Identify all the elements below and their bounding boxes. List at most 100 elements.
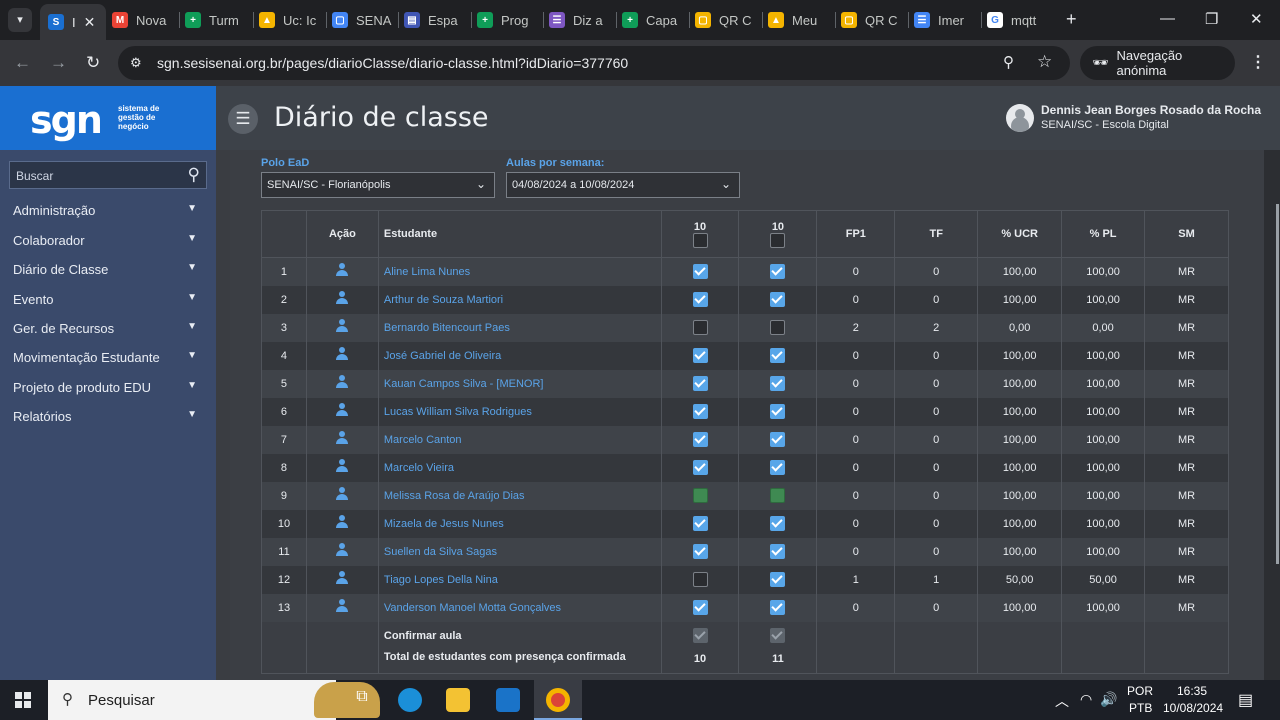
search-icon[interactable]: ⚲	[188, 165, 200, 185]
sidebar-item-4[interactable]: Ger. de Recursos ▼	[13, 321, 203, 336]
attendance-checkbox[interactable]	[692, 348, 708, 363]
attendance-checkbox[interactable]	[770, 292, 786, 307]
student-name-link[interactable]: Tiago Lopes Della Nina	[377, 565, 662, 594]
sidebar-item-5[interactable]: Movimentação Estudante ▼	[13, 350, 203, 365]
url-text[interactable]: sgn.sesisenai.org.br/pages/diarioClasse/…	[157, 55, 628, 71]
wifi-icon[interactable]: ◠	[1080, 691, 1092, 708]
person-icon[interactable]	[335, 515, 349, 529]
attendance-checkbox[interactable]	[692, 292, 708, 307]
row-action[interactable]	[305, 397, 379, 426]
file-explorer-icon[interactable]	[446, 688, 470, 712]
edge-icon[interactable]	[398, 688, 422, 712]
tab-4[interactable]: ▢ SENA	[332, 6, 394, 34]
tab-6[interactable]: + Prog	[477, 6, 539, 34]
person-icon[interactable]	[335, 571, 349, 585]
taskbar-search-input[interactable]: ⚲ Pesquisar	[48, 680, 380, 720]
sidebar-item-2[interactable]: Diário de Classe ▼	[13, 262, 203, 277]
input-language[interactable]: POR	[1127, 684, 1153, 698]
row-action[interactable]	[305, 509, 379, 538]
sgn-logo[interactable]: sgn sistema de gestão de negócio	[0, 86, 216, 150]
select-all-aula-1-checkbox[interactable]	[692, 232, 708, 248]
sidebar-item-7[interactable]: Relatórios ▼	[13, 409, 203, 424]
reload-icon[interactable]: ↻	[86, 53, 100, 73]
tab-10[interactable]: ▲ Meu	[768, 6, 830, 34]
person-icon[interactable]	[335, 487, 349, 501]
polo-select[interactable]: SENAI/SC - Florianópolis ⌄	[261, 172, 495, 198]
attendance-checkbox[interactable]	[692, 572, 708, 587]
attendance-checkbox[interactable]	[770, 320, 786, 335]
sidebar-search-input[interactable]: Buscar ⚲	[9, 161, 207, 189]
student-name-link[interactable]: José Gabriel de Oliveira	[377, 341, 662, 370]
restore-icon[interactable]: ❐	[1205, 10, 1218, 28]
clock-time[interactable]: 16:35	[1177, 684, 1207, 698]
attendance-checkbox[interactable]	[770, 348, 786, 363]
row-action[interactable]	[305, 425, 379, 454]
attendance-checkbox[interactable]	[770, 376, 786, 391]
row-action[interactable]	[305, 341, 379, 370]
attendance-checkbox[interactable]	[692, 488, 708, 503]
student-name-link[interactable]: Melissa Rosa de Araújo Dias	[377, 481, 662, 510]
tab-1[interactable]: M Nova	[112, 6, 174, 34]
forward-icon[interactable]: →	[50, 53, 67, 73]
attendance-checkbox[interactable]	[692, 376, 708, 391]
mail-icon[interactable]	[496, 688, 520, 712]
tab-9[interactable]: ▢ QR C	[695, 6, 757, 34]
aulas-select[interactable]: 04/08/2024 a 10/08/2024 ⌄	[506, 172, 740, 198]
row-action[interactable]	[305, 565, 379, 594]
notifications-icon[interactable]: ▤	[1238, 690, 1253, 710]
site-settings-icon[interactable]: ⚙	[130, 55, 146, 71]
row-action[interactable]	[305, 593, 379, 622]
student-name-link[interactable]: Marcelo Canton	[377, 425, 662, 454]
attendance-checkbox[interactable]	[770, 432, 786, 447]
tab-12[interactable]: ☰ Imer	[914, 6, 976, 34]
student-name-link[interactable]: Mizaela de Jesus Nunes	[377, 509, 662, 538]
keyboard-layout[interactable]: PTB	[1129, 701, 1152, 715]
attendance-checkbox[interactable]	[692, 264, 708, 280]
row-action[interactable]	[305, 285, 379, 314]
task-view-icon[interactable]: ⧉	[350, 688, 374, 712]
user-name[interactable]: Dennis Jean Borges Rosado da Rocha	[1041, 103, 1261, 117]
tab-7[interactable]: ☰ Diz a	[549, 6, 611, 34]
sidebar-item-1[interactable]: Colaborador ▼	[13, 233, 203, 248]
close-tab-icon[interactable]: ✕	[84, 14, 96, 31]
sidebar-item-0[interactable]: Administração ▼	[13, 203, 203, 218]
row-action[interactable]	[305, 453, 379, 482]
bookmark-star-icon[interactable]: ☆	[1037, 52, 1052, 72]
attendance-checkbox[interactable]	[692, 460, 708, 475]
person-icon[interactable]	[335, 291, 349, 305]
zoom-icon[interactable]: ⚲	[1003, 53, 1014, 71]
tab-11[interactable]: ▢ QR C	[841, 6, 903, 34]
person-icon[interactable]	[335, 599, 349, 613]
attendance-checkbox[interactable]	[770, 600, 786, 615]
page-scrollbar-thumb[interactable]	[1276, 204, 1279, 564]
attendance-checkbox[interactable]	[692, 320, 708, 335]
student-name-link[interactable]: Arthur de Souza Martiori	[377, 285, 662, 314]
person-icon[interactable]	[335, 543, 349, 557]
row-action[interactable]	[305, 537, 379, 566]
clock-date[interactable]: 10/08/2024	[1163, 701, 1223, 715]
chrome-icon[interactable]	[546, 688, 570, 712]
browser-menu-icon[interactable]: ⋮	[1250, 52, 1266, 72]
avatar[interactable]	[1006, 104, 1034, 132]
incognito-badge[interactable]: 🕶 Navegação anónima	[1080, 46, 1235, 80]
attendance-checkbox[interactable]	[770, 404, 786, 419]
tab-3[interactable]: ▲ Uc: Ic	[259, 6, 321, 34]
row-action[interactable]	[305, 369, 379, 398]
attendance-checkbox[interactable]	[692, 600, 708, 615]
person-icon[interactable]	[335, 403, 349, 417]
person-icon[interactable]	[335, 375, 349, 389]
tab-8[interactable]: + Capa	[622, 6, 684, 34]
row-action[interactable]	[305, 481, 379, 510]
student-name-link[interactable]: Aline Lima Nunes	[377, 257, 662, 286]
student-name-link[interactable]: Marcelo Vieira	[377, 453, 662, 482]
tab-5[interactable]: ▤ Espa	[404, 6, 466, 34]
close-window-icon[interactable]: ✕	[1250, 10, 1263, 28]
attendance-checkbox[interactable]	[770, 460, 786, 475]
attendance-checkbox[interactable]	[770, 264, 786, 280]
tab-2[interactable]: + Turm	[185, 6, 247, 34]
windows-start-icon[interactable]	[15, 692, 31, 708]
new-tab-button[interactable]: +	[1066, 9, 1077, 30]
student-name-link[interactable]: Suellen da Silva Sagas	[377, 537, 662, 566]
person-icon[interactable]	[335, 319, 349, 333]
minimize-icon[interactable]: —	[1160, 10, 1175, 27]
